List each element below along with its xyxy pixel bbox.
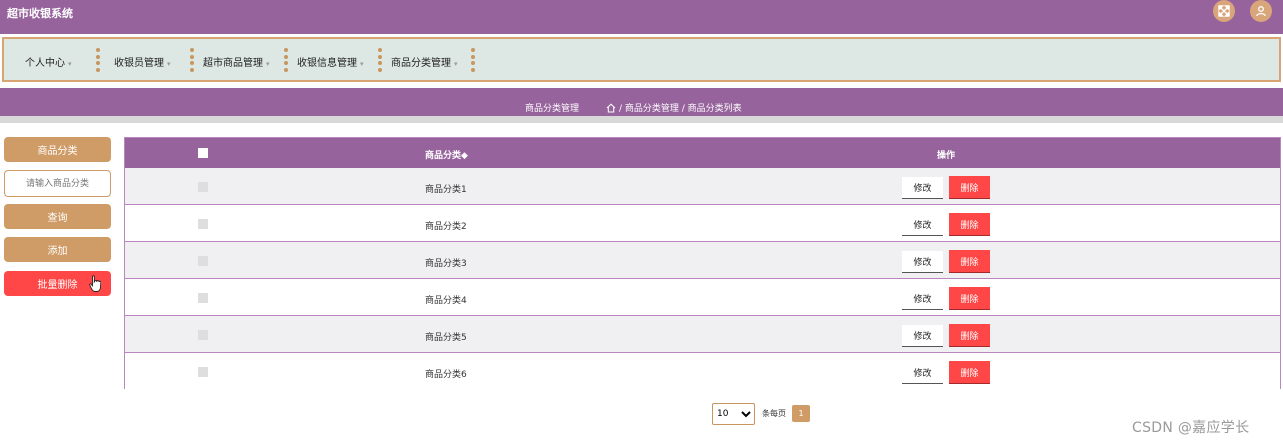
category-name: 商品分类5	[425, 333, 467, 343]
nav-item-label: 个人中心	[25, 58, 65, 69]
table-row: 商品分类1 修改 删除	[125, 168, 1280, 205]
nav-item-label: 商品分类管理	[391, 58, 451, 69]
delete-button[interactable]: 删除	[949, 361, 990, 384]
nav-item-personal-center[interactable]: 个人中心 ▾	[25, 54, 72, 69]
add-button[interactable]: 添加	[4, 237, 111, 262]
edit-button[interactable]: 修改	[902, 177, 943, 199]
table-row: 商品分类4 修改 删除	[125, 279, 1280, 316]
row-checkbox[interactable]	[198, 256, 208, 266]
nav-separator	[284, 48, 288, 72]
row-checkbox[interactable]	[198, 330, 208, 340]
nav-item-product-management[interactable]: 超市商品管理 ▾	[203, 54, 270, 69]
category-field-label: 商品分类	[4, 137, 111, 162]
column-header-actions: 操作	[937, 151, 956, 161]
nav-item-category-management[interactable]: 商品分类管理 ▾	[391, 54, 458, 69]
watermark: CSDN @嘉应学长	[1132, 420, 1250, 436]
category-name: 商品分类3	[425, 259, 467, 269]
select-all-checkbox[interactable]	[198, 148, 208, 158]
nav-item-label: 收银信息管理	[297, 58, 357, 69]
table-row: 商品分类3 修改 删除	[125, 242, 1280, 279]
edit-button[interactable]: 修改	[902, 325, 943, 347]
user-icon[interactable]	[1250, 0, 1272, 22]
column-header-category[interactable]: 商品分类◆	[425, 148, 468, 161]
page-title: 商品分类管理	[525, 104, 580, 114]
edit-button[interactable]: 修改	[902, 214, 943, 236]
row-checkbox[interactable]	[198, 219, 208, 229]
delete-button[interactable]: 删除	[949, 176, 990, 199]
page-size-label: 条每页	[762, 409, 786, 418]
category-name: 商品分类1	[425, 185, 467, 195]
nav-separator	[471, 48, 475, 72]
chevron-down-icon: ▾	[360, 60, 364, 68]
edit-button[interactable]: 修改	[902, 251, 943, 273]
nav-item-cashier-management[interactable]: 收银员管理 ▾	[114, 54, 171, 69]
delete-button[interactable]: 删除	[949, 287, 990, 310]
table-row: 商品分类2 修改 删除	[125, 205, 1280, 242]
delete-button[interactable]: 删除	[949, 213, 990, 236]
chevron-down-icon: ▾	[454, 60, 458, 68]
home-icon[interactable]	[606, 103, 616, 113]
chevron-down-icon: ▾	[167, 60, 171, 68]
category-table: 商品分类◆ 操作 商品分类1 修改 删除 商品分类2 修改 删除 商品分类3 修…	[124, 137, 1281, 390]
chevron-down-icon: ▾	[68, 60, 72, 68]
nav-item-label: 超市商品管理	[203, 58, 263, 69]
hand-cursor-icon	[89, 275, 101, 292]
category-name: 商品分类2	[425, 222, 467, 232]
chevron-down-icon: ▾	[266, 60, 270, 68]
category-search-input[interactable]	[4, 170, 111, 197]
nav-item-checkout-info-management[interactable]: 收银信息管理 ▾	[297, 54, 364, 69]
category-name: 商品分类4	[425, 296, 467, 306]
delete-button[interactable]: 删除	[949, 324, 990, 347]
nav-separator	[378, 48, 382, 72]
row-checkbox[interactable]	[198, 182, 208, 192]
category-name: 商品分类6	[425, 370, 467, 380]
nav-separator	[96, 48, 100, 72]
table-row: 商品分类5 修改 删除	[125, 316, 1280, 353]
breadcrumb-bar: 商品分类管理 / 商品分类管理 / 商品分类列表	[0, 88, 1283, 123]
row-checkbox[interactable]	[198, 293, 208, 303]
nav-separator	[190, 48, 194, 72]
edit-button[interactable]: 修改	[902, 362, 943, 384]
breadcrumb: / 商品分类管理 / 商品分类列表	[606, 101, 742, 114]
page-size-select[interactable]: 10	[712, 403, 755, 425]
edit-button[interactable]: 修改	[902, 288, 943, 310]
table-row: 商品分类6 修改 删除	[125, 353, 1280, 390]
delete-button[interactable]: 删除	[949, 250, 990, 273]
nav-item-label: 收银员管理	[114, 58, 164, 69]
top-bar: 超市收银系统	[0, 0, 1283, 34]
row-checkbox[interactable]	[198, 367, 208, 377]
page-button-current[interactable]: 1	[792, 405, 810, 422]
app-title: 超市收银系统	[7, 7, 73, 20]
table-header: 商品分类◆ 操作	[125, 138, 1280, 168]
expand-icon[interactable]	[1213, 0, 1235, 22]
main-nav: 个人中心 ▾ 收银员管理 ▾ 超市商品管理 ▾ 收银信息管理 ▾ 商品分类管理 ▾	[2, 37, 1281, 82]
query-button[interactable]: 查询	[4, 204, 111, 229]
breadcrumb-path[interactable]: / 商品分类管理 / 商品分类列表	[619, 101, 742, 114]
